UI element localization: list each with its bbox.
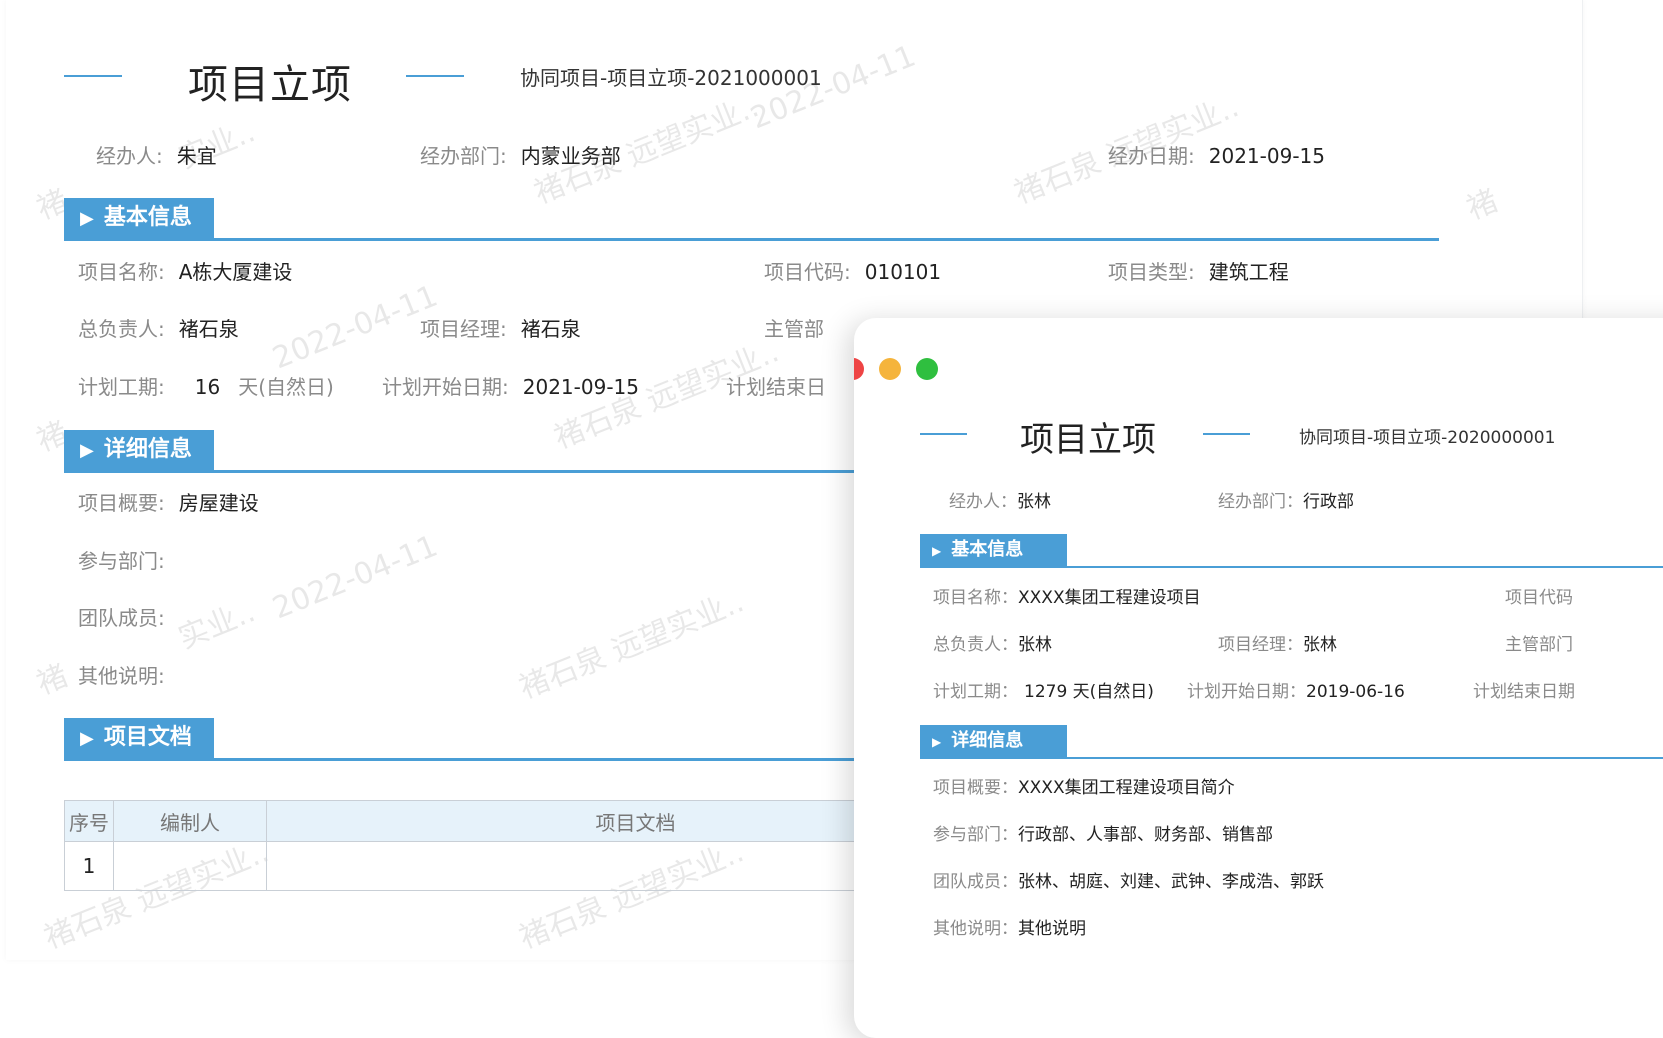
start-date-label: 计划开始日期: — [382, 375, 509, 399]
watermark: 2022-04-11 — [267, 528, 443, 627]
dept-label: 经办部门: — [420, 144, 507, 168]
title-decor-line-left — [64, 75, 122, 77]
period-field: 计划工期: 16 天(自然日) — [78, 371, 334, 400]
project-name-field: 项目名称: A栋大厦建设 — [78, 256, 292, 285]
triangle-right-icon: ▶ — [80, 208, 94, 229]
section-tab-detail[interactable]: ▶ 详细信息 — [64, 430, 214, 470]
column-header: 编制人 — [113, 800, 267, 842]
notes-field: 其他说明: — [78, 660, 165, 689]
date-field: 经办日期: 2021-09-15 — [1108, 140, 1325, 169]
handler-value: 朱宜 — [176, 144, 217, 168]
supervisor-dept-label: 主管部 — [764, 317, 824, 341]
section-title: 项目文档 — [103, 725, 192, 750]
section-detail-info: ▶ 详细信息 — [64, 430, 864, 473]
handler-label: 经办人: — [96, 144, 163, 168]
date-value: 2021-09-15 — [1208, 144, 1325, 168]
table-cell — [113, 841, 267, 891]
depts-field: 参与部门: — [78, 545, 165, 574]
team-label: 团队成员: — [78, 606, 165, 630]
start-date-field: 计划开始日期: 2021-09-15 — [382, 371, 639, 400]
handler-field: 经办人: 朱宜 — [96, 140, 217, 169]
triangle-right-icon: ▶ — [80, 440, 94, 461]
project-code-label: 项目代码: — [764, 260, 851, 284]
project-code-value: 010101 — [864, 260, 942, 284]
project-name-label: 项目名称: — [78, 260, 165, 284]
page-title: 项目立项 — [188, 62, 352, 108]
period-label: 计划工期: — [78, 375, 165, 399]
manager-field: 项目经理: 褚石泉 — [420, 313, 581, 342]
project-type-label: 项目类型: — [1108, 260, 1195, 284]
project-code-field: 项目代码: 010101 — [764, 256, 941, 285]
section-project-docs: ▶ 项目文档 — [64, 718, 864, 761]
section-tab-docs[interactable]: ▶ 项目文档 — [64, 718, 214, 758]
summary-field: 项目概要: 房屋建设 — [78, 487, 259, 516]
watermark: 实业.. — [173, 594, 261, 657]
triangle-right-icon: ▶ — [80, 728, 94, 749]
date-label: 经办日期: — [1108, 144, 1195, 168]
end-date-label: 计划结束日 — [726, 375, 826, 399]
close-window-dot[interactable] — [854, 358, 864, 380]
period-unit: 天(自然日) — [238, 375, 334, 399]
dept-value: 内蒙业务部 — [520, 144, 621, 168]
notes-label: 其他说明: — [78, 664, 165, 688]
period-value: 16 — [194, 375, 221, 399]
team-field: 团队成员: — [78, 602, 165, 631]
owner-field: 总负责人: 褚石泉 — [78, 313, 239, 342]
depts-label: 参与部门: — [78, 549, 165, 573]
section-title: 基本信息 — [103, 205, 192, 230]
title-decor-line-right — [406, 75, 464, 77]
section-tab-basic[interactable]: ▶ 基本信息 — [64, 198, 214, 238]
minimize-window-dot[interactable] — [879, 358, 901, 380]
start-date-value: 2021-09-15 — [522, 375, 639, 399]
owner-label: 总负责人: — [78, 317, 165, 341]
watermark: 褚 — [31, 658, 73, 703]
document-number: 协同项目-项目立项-2021000001 — [520, 66, 822, 90]
section-title: 详细信息 — [103, 437, 192, 462]
summary-label: 项目概要: — [78, 491, 165, 515]
end-date-field: 计划结束日 — [726, 371, 826, 400]
dept-field: 经办部门: 内蒙业务部 — [420, 140, 621, 169]
manager-label: 项目经理: — [420, 317, 507, 341]
section-basic-info: ▶ 基本信息 — [64, 198, 1439, 241]
table-cell: 1 — [64, 841, 114, 891]
watermark: 2022-04-11 — [267, 278, 443, 377]
column-header: 序号 — [64, 800, 114, 842]
watermark: 褚 — [1461, 183, 1503, 228]
manager-value: 褚石泉 — [520, 317, 581, 341]
project-type-field: 项目类型: 建筑工程 — [1108, 256, 1289, 285]
preview-window — [854, 318, 1663, 1038]
owner-value: 褚石泉 — [178, 317, 239, 341]
watermark: 褚石泉 远望实业.. — [514, 584, 749, 707]
project-type-value: 建筑工程 — [1208, 260, 1289, 284]
summary-value: 房屋建设 — [178, 491, 259, 515]
maximize-window-dot[interactable] — [916, 358, 938, 380]
supervisor-dept-field: 主管部 — [764, 313, 824, 342]
project-name-value: A栋大厦建设 — [178, 260, 293, 284]
